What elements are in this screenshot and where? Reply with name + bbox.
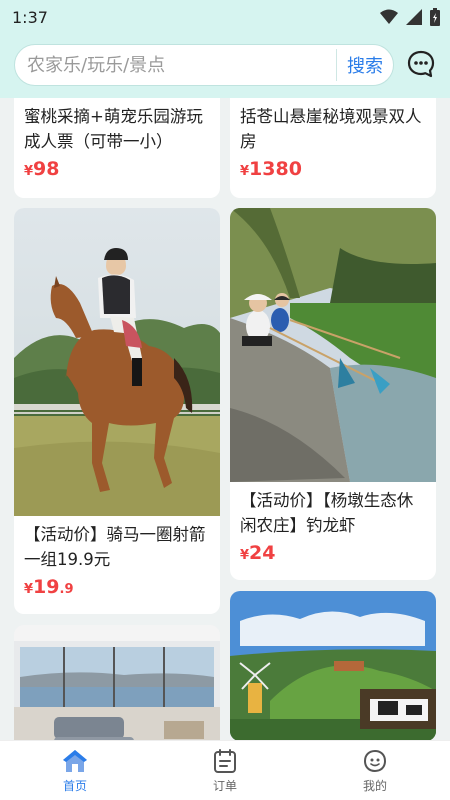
card-title: 【活动价】【杨墩生态休闲农庄】钓龙虾 bbox=[240, 491, 414, 535]
seaview-living-room-photo bbox=[14, 625, 220, 740]
price-currency: ¥ bbox=[240, 548, 250, 563]
bottom-tab-bar: 首页 订单 我的 bbox=[0, 740, 450, 800]
product-card[interactable] bbox=[14, 625, 220, 740]
tab-label: 首页 bbox=[62, 778, 87, 793]
price-currency: ¥ bbox=[24, 582, 34, 597]
status-time: 1:37 bbox=[12, 7, 48, 27]
card-title: 蜜桃采摘+萌宠乐园游玩成人票（可带一小） bbox=[24, 107, 203, 151]
crayfish-fishing-photo bbox=[230, 208, 436, 482]
message-button[interactable] bbox=[406, 49, 436, 79]
price-integer: 19 bbox=[33, 576, 60, 598]
chat-bubble-icon bbox=[407, 50, 435, 78]
search-header: 搜索 bbox=[0, 34, 450, 98]
home-icon bbox=[63, 749, 87, 772]
search-box: 搜索 bbox=[14, 44, 394, 86]
battery-icon bbox=[430, 8, 440, 26]
signal-icon bbox=[406, 9, 422, 25]
status-bar: 1:37 bbox=[0, 0, 450, 34]
tab-profile[interactable]: 我的 bbox=[300, 741, 450, 800]
card-title: 【活动价】骑马一圈射箭一组19.9元 bbox=[24, 525, 206, 569]
tab-home[interactable]: 首页 bbox=[0, 741, 150, 800]
card-price: ¥98 bbox=[14, 154, 220, 180]
card-title: 括苍山悬崖秘境观景双人房 bbox=[240, 107, 422, 151]
product-card[interactable]: 【活动价】【杨墩生态休闲农庄】钓龙虾 ¥24 bbox=[230, 208, 436, 580]
price-currency: ¥ bbox=[24, 164, 34, 179]
product-feed: 蜜桃采摘+萌宠乐园游玩成人票（可带一小） ¥98 括苍山悬崖秘境观景双人房 ¥1… bbox=[0, 98, 450, 740]
card-price: ¥19.9 bbox=[14, 572, 220, 598]
price-decimal: .9 bbox=[59, 582, 74, 597]
product-card[interactable] bbox=[230, 591, 436, 740]
horse-riding-photo bbox=[14, 208, 220, 516]
farm-windmill-photo bbox=[230, 591, 436, 740]
card-price: ¥24 bbox=[230, 538, 436, 564]
product-card[interactable]: 【活动价】骑马一圈射箭一组19.9元 ¥19.9 bbox=[14, 208, 220, 614]
price-integer: 1380 bbox=[249, 158, 302, 180]
wifi-icon bbox=[380, 9, 398, 24]
product-card[interactable]: 蜜桃采摘+萌宠乐园游玩成人票（可带一小） ¥98 bbox=[14, 98, 220, 198]
price-integer: 98 bbox=[33, 158, 60, 180]
search-button[interactable]: 搜索 bbox=[337, 45, 393, 85]
orders-icon bbox=[214, 748, 236, 773]
status-icons bbox=[380, 8, 440, 26]
price-currency: ¥ bbox=[240, 164, 250, 179]
profile-icon bbox=[363, 749, 387, 772]
product-card[interactable]: 括苍山悬崖秘境观景双人房 ¥1380 bbox=[230, 98, 436, 198]
search-input[interactable] bbox=[15, 45, 336, 85]
tab-label: 我的 bbox=[362, 778, 387, 793]
tab-label: 订单 bbox=[212, 778, 237, 793]
tab-orders[interactable]: 订单 bbox=[150, 741, 300, 800]
price-integer: 24 bbox=[249, 542, 276, 564]
card-price: ¥1380 bbox=[230, 154, 436, 180]
